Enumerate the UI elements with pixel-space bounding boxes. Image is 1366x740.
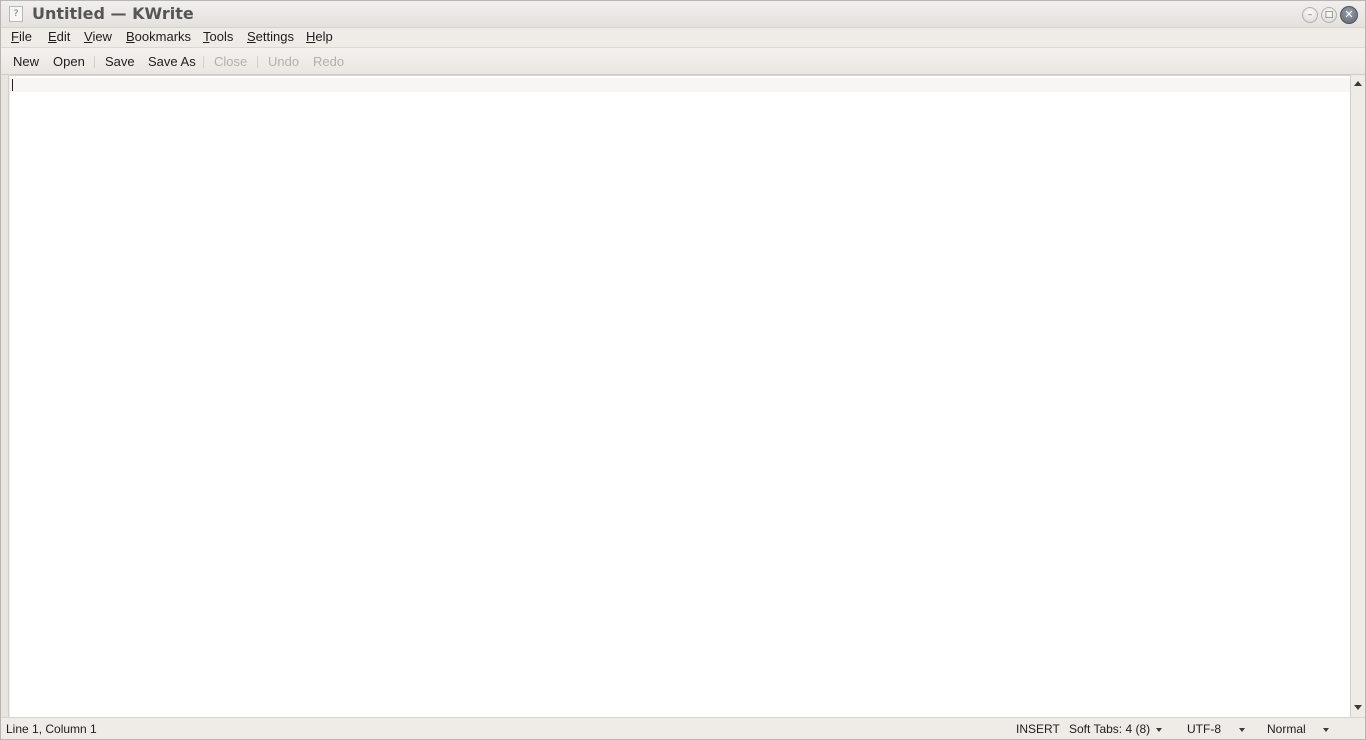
status-bar: Line 1, Column 1 INSERT Soft Tabs: 4 (8)… (1, 717, 1365, 739)
main-toolbar: New Open Save Save As Close Undo Redo (1, 47, 1365, 75)
maximize-button[interactable]: □ (1321, 7, 1337, 23)
input-mode-label[interactable]: INSERT (1016, 722, 1060, 736)
menu-help[interactable]: Help (306, 29, 333, 44)
indentation-label: Soft Tabs: 4 (8) (1069, 722, 1151, 736)
menu-file-accelerator: F (11, 29, 19, 44)
window-title: Untitled — KWrite (32, 4, 194, 23)
toolbar-separator (203, 56, 204, 68)
scroll-up-arrow-icon[interactable] (1354, 81, 1362, 86)
editor-view (1, 75, 1365, 717)
redo-button[interactable]: Redo (313, 54, 344, 69)
toolbar-separator (94, 56, 95, 68)
menu-edit[interactable]: Edit (48, 29, 70, 44)
indentation-dropdown[interactable]: Soft Tabs: 4 (8) (1069, 722, 1163, 736)
menu-view[interactable]: View (84, 29, 112, 44)
toolbar-separator (257, 56, 258, 68)
cursor-position-label[interactable]: Line 1, Column 1 (6, 722, 97, 736)
menu-bar: File Edit View Bookmarks Tools Settings … (1, 28, 1365, 47)
menu-tools[interactable]: Tools (203, 29, 233, 44)
chevron-down-icon[interactable] (1323, 728, 1329, 732)
editor-text-area[interactable] (10, 75, 1350, 717)
menu-file-label: ile (18, 29, 32, 44)
minimize-button[interactable]: – (1302, 7, 1318, 23)
text-caret (12, 79, 13, 91)
encoding-dropdown-label[interactable]: UTF-8 (1187, 722, 1221, 736)
close-icon: ✕ (1344, 8, 1354, 21)
chevron-down-icon (1156, 727, 1163, 732)
minimize-icon: – (1307, 10, 1313, 20)
save-as-button[interactable]: Save As (148, 54, 196, 69)
menu-tools-label: ools (209, 29, 234, 44)
menu-bookmarks-accelerator: B (126, 29, 135, 44)
document-unknown-icon[interactable]: ? (9, 6, 23, 22)
menu-bookmarks[interactable]: Bookmarks (126, 29, 191, 44)
new-button[interactable]: New (13, 54, 39, 69)
undo-button[interactable]: Undo (268, 54, 299, 69)
open-button[interactable]: Open (53, 54, 85, 69)
menu-settings-accelerator: S (247, 29, 256, 44)
menu-edit-label: dit (56, 29, 71, 44)
menu-bookmarks-label: ookmarks (134, 29, 192, 44)
close-document-button[interactable]: Close (214, 54, 247, 69)
menu-file[interactable]: File (11, 29, 32, 44)
menu-view-label: iew (92, 29, 112, 44)
menu-help-accelerator: H (306, 29, 316, 44)
menu-help-label: elp (315, 29, 333, 44)
title-bar[interactable]: ? Untitled — KWrite – □ ✕ (1, 1, 1365, 28)
save-button[interactable]: Save (105, 54, 135, 69)
maximize-icon: □ (1324, 10, 1334, 20)
scroll-down-arrow-icon[interactable] (1354, 705, 1362, 710)
menu-settings-label: ettings (255, 29, 294, 44)
close-window-button[interactable]: ✕ (1340, 6, 1358, 24)
menu-settings[interactable]: Settings (247, 29, 294, 44)
current-line-highlight (10, 78, 1350, 92)
window-title-document: Untitled (32, 4, 105, 23)
syntax-mode-dropdown-label[interactable]: Normal (1267, 722, 1306, 736)
kwrite-window: ? Untitled — KWrite – □ ✕ File Edit View… (0, 0, 1366, 740)
menu-edit-accelerator: E (48, 29, 57, 44)
chevron-down-icon[interactable] (1239, 728, 1245, 732)
window-title-app: — KWrite (104, 4, 194, 23)
vertical-scrollbar[interactable] (1350, 75, 1365, 717)
editor-icon-border[interactable] (1, 75, 9, 717)
